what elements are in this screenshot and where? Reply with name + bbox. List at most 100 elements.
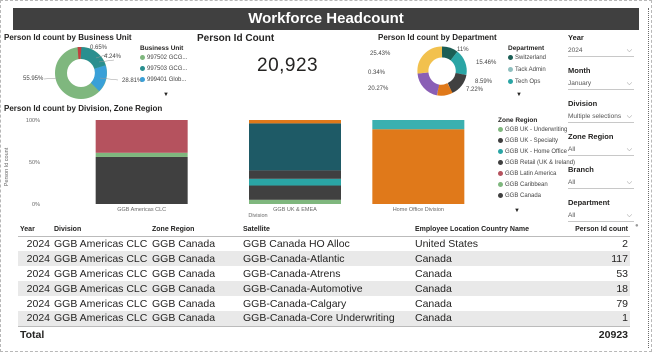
bar-segment[interactable] [249, 123, 341, 171]
table-cell: GGB Canada [150, 251, 241, 266]
table-cell: GGB Americas CLC [52, 251, 150, 266]
report-title: Workforce Headcount [13, 8, 639, 30]
bar-segment[interactable] [372, 129, 465, 204]
bar-segment[interactable] [249, 170, 341, 179]
bar-segment[interactable] [95, 152, 188, 157]
table-cell: Canada [413, 281, 563, 296]
bar-segment[interactable] [95, 120, 188, 153]
dept-legend-scroll-icon[interactable]: ▼ [516, 92, 522, 98]
total-label: Total [18, 325, 52, 343]
bu-label-3: 55.95% [23, 76, 44, 82]
donut-slice-997503[interactable] [80, 47, 106, 70]
bar-segment[interactable] [249, 120, 341, 124]
slicer-dropdown[interactable]: Multiple selections ⌵ [568, 111, 634, 123]
slicer-label: Zone Region [568, 132, 614, 141]
table-row[interactable]: 2024 GGB Americas CLC GGB Canada GGB-Canada… [18, 281, 630, 296]
zone-legend-item[interactable]: GGB Canada [498, 193, 541, 199]
dept-slice-1[interactable] [441, 46, 458, 61]
table-header-row: Year Division Zone Region Satellite Empl… [18, 223, 630, 237]
slicer-dropdown[interactable]: All ⌵ [568, 210, 634, 222]
slicer-dropdown[interactable]: All ⌵ [568, 177, 634, 189]
col-header-year[interactable]: Year [18, 223, 52, 237]
dept-legend-item[interactable]: Tack Admin [508, 67, 546, 73]
table-cell: GGB Canada [150, 281, 241, 296]
bar-segment[interactable] [249, 199, 341, 204]
table-cell: GGB-Canada-Calgary [243, 297, 347, 310]
bu-legend-scroll-icon[interactable]: ▼ [163, 92, 169, 98]
bu-legend-item[interactable]: 997503 GCG... [140, 66, 187, 72]
zone-legend-item[interactable]: GGB Caribbean [498, 182, 548, 188]
table-cell: GGB Canada [152, 237, 216, 250]
zone-legend-item[interactable]: GGB UK - Home Office [498, 149, 567, 155]
bar-segment[interactable] [372, 120, 465, 130]
table-row[interactable]: 2024 GGB Americas CLC GGB Canada GGB-Canada… [18, 266, 630, 281]
dept-legend-title: Department [508, 45, 545, 52]
table-cell: 53 [616, 267, 628, 280]
table-cell: 2024 [18, 281, 52, 296]
table-cell: 2024 [18, 251, 52, 266]
dept-slice-3[interactable] [447, 72, 467, 94]
bar-segment[interactable] [95, 156, 188, 204]
chevron-down-icon: ⌵ [626, 179, 632, 186]
dept-legend-item[interactable]: Tech Ops [508, 79, 540, 85]
business-unit-chart-title: Person Id count by Business Unit [4, 33, 132, 42]
slicer-value: 2024 [568, 47, 583, 54]
legend-label: GGB UK - Home Office [505, 149, 567, 156]
department-donut[interactable] [370, 40, 510, 102]
table-cell: 2 [622, 237, 628, 250]
slicer-dropdown[interactable]: All ⌵ [568, 144, 634, 156]
business-unit-donut[interactable] [0, 42, 140, 104]
chevron-down-icon: ⌵ [626, 212, 632, 219]
legend-dot [498, 171, 503, 176]
bu-legend-item[interactable]: 997502 GCG... [140, 55, 187, 61]
division-stacked-bar-chart[interactable]: 100% 50% 0% Person Id count GGB Americas CLC… [0, 112, 490, 220]
legend-dot [498, 127, 503, 132]
col-header-person-count[interactable]: Person Id count [563, 223, 630, 237]
table-cell: GGB-Canada-Automotive [241, 281, 413, 296]
dept-label-4: 0.34% [368, 70, 386, 76]
x-tick-label: GGB UK & EMEA [273, 207, 317, 213]
chevron-down-icon: ⌵ [626, 146, 632, 153]
zone-legend-item[interactable]: GGB UK - Underwriting [498, 127, 567, 133]
slicer-label: Month [568, 66, 591, 75]
donut-slice-999401[interactable] [90, 65, 107, 92]
dept-label-5: 8.59% [475, 79, 493, 85]
table-row[interactable]: 2024 GGB Americas CLC GGB Canada GGB Canada… [18, 236, 630, 251]
x-tick-label: Home Office Division [393, 207, 444, 213]
slicer-value: Multiple selections [568, 113, 622, 120]
dept-slice-2[interactable] [450, 51, 467, 75]
table-cell: 117 [563, 251, 630, 266]
dept-legend-item[interactable]: Switzerland [508, 55, 546, 61]
table-row[interactable]: 2024 GGB Americas CLC GGB Canada GGB-Canada… [18, 251, 630, 266]
dept-slice-4[interactable] [437, 82, 453, 96]
col-header-country[interactable]: Employee Location Country Name [413, 223, 563, 237]
dept-slice-6[interactable] [417, 46, 443, 74]
legend-dot [498, 193, 503, 198]
zone-legend-title: Zone Region [498, 117, 538, 124]
col-header-division[interactable]: Division [52, 223, 150, 237]
bu-legend-item[interactable]: 999401 Glob... [140, 77, 186, 83]
col-header-zone-region[interactable]: Zone Region [150, 223, 241, 237]
table-cell: 2024 [18, 311, 52, 326]
table-cell: GGB Americas CLC [54, 297, 148, 310]
bar-segment[interactable] [249, 178, 341, 186]
zone-legend-scroll-icon[interactable]: ▼ [514, 208, 520, 214]
col-header-satellite[interactable]: Satellite [241, 223, 413, 237]
zone-legend-item[interactable]: GGB UK - Specialty [498, 138, 558, 144]
bar-segment[interactable] [249, 185, 341, 200]
zone-legend-item[interactable]: GGB Retail (UK & Ireland) [498, 160, 575, 166]
table-cell: 2024 [26, 297, 50, 310]
table-cell: 2024 [26, 267, 50, 280]
slicer-value: January [568, 80, 592, 87]
table-scroll-indicator[interactable]: ● [635, 223, 639, 229]
table-cell: 2024 [26, 237, 50, 250]
dept-slice-5[interactable] [417, 72, 440, 96]
table-cell: GGB-Canada-Atlantic [241, 251, 413, 266]
table-row[interactable]: 2024 GGB Americas CLC GGB Canada GGB-Canada… [18, 311, 630, 326]
table-row[interactable]: 2024 GGB Americas CLC GGB Canada GGB-Canada… [18, 296, 630, 311]
zone-legend-item[interactable]: GGB Latin America [498, 171, 556, 177]
slicer-dropdown[interactable]: January ⌵ [568, 78, 634, 90]
table-cell: Canada [413, 251, 563, 266]
slicer-label: Year [568, 33, 584, 42]
slicer-dropdown[interactable]: 2024 ⌵ [568, 45, 634, 57]
